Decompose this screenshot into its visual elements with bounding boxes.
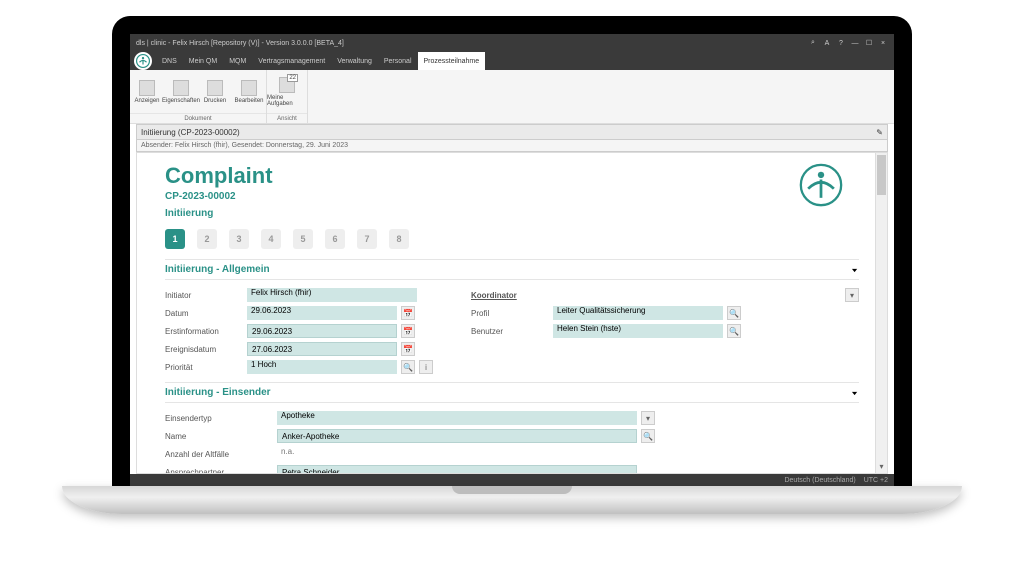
section-sender-header: Initiierung - Einsender ▼ (165, 382, 859, 403)
name-label: Name (165, 432, 273, 441)
ribbon-btn-drucken[interactable]: Drucken (198, 70, 232, 113)
benutzer-value: Helen Stein (hste) (553, 324, 723, 338)
typ-label: Einsendertyp (165, 414, 273, 423)
ereignis-input[interactable] (247, 342, 397, 356)
menu-tab-vertragsmanagement[interactable]: Vertragsmanagement (252, 52, 331, 70)
language-indicator[interactable]: Deutsch (Deutschland) (784, 477, 855, 484)
erstinfo-input[interactable] (247, 324, 397, 338)
laptop-base (62, 486, 962, 514)
statusbar: Deutsch (Deutschland) UTC +2 (130, 474, 894, 486)
anzahl-label: Anzahl der Altfälle (165, 450, 273, 459)
wizard-steps: 12345678 (165, 229, 859, 249)
initiator-value: Felix Hirsch (fhir) (247, 288, 417, 302)
wizard-step-3[interactable]: 3 (229, 229, 249, 249)
lookup-icon[interactable]: 🔍 (641, 429, 655, 443)
laptop-frame: dls | clinic - Felix Hirsch [Repository … (0, 0, 1024, 573)
wizard-step-4[interactable]: 4 (261, 229, 281, 249)
ribbon-group-caption: Dokument (130, 113, 266, 123)
lookup-icon[interactable]: 🔍 (727, 306, 741, 320)
initiator-label: Initiator (165, 291, 243, 300)
search-icon[interactable]: ⌕ (808, 38, 818, 48)
maximize-button[interactable]: ☐ (864, 38, 874, 48)
benutzer-label: Benutzer (471, 327, 549, 336)
section-general-header: Initiierung - Allgemein ▼ (165, 259, 859, 280)
calendar-icon[interactable]: 📅 (401, 306, 415, 320)
minimize-button[interactable]: — (850, 38, 860, 48)
complaint-id: CP-2023-00002 (165, 191, 859, 202)
info-icon[interactable]: i (419, 360, 433, 374)
ribbon-group-document: AnzeigenEigenschaftenDruckenBearbeiten D… (130, 70, 267, 123)
section-general-body: Initiator Felix Hirsch (fhir) Datum 29.06.… (165, 286, 859, 376)
ansprech-label: Ansprechpartner (165, 468, 273, 474)
section-sender-body: Einsendertyp Apotheke ▾ Name 🔍 Anzahl der A… (165, 409, 859, 473)
section-title: Initiierung - Einsender (165, 387, 271, 398)
document-sender-line: Absender: Felix Hirsch (fhir), Gesendet:… (136, 140, 888, 152)
ribbon: AnzeigenEigenschaftenDruckenBearbeiten D… (130, 70, 894, 124)
ansprech-input[interactable] (277, 465, 637, 473)
document-title: Initiierung (CP-2023-00002) (141, 128, 240, 137)
koordinator-heading: Koordinator (471, 291, 549, 300)
brand-logo-icon (799, 163, 843, 207)
page-heading: Complaint (165, 163, 859, 189)
wizard-step-2[interactable]: 2 (197, 229, 217, 249)
titlebar: dls | clinic - Felix Hirsch [Repository … (130, 34, 894, 52)
ribbon-group-view: 22Meine Aufgaben Ansicht (267, 70, 308, 123)
screen-bezel: dls | clinic - Felix Hirsch [Repository … (112, 16, 912, 486)
prio-value: 1 Hoch (247, 360, 397, 374)
datum-value: 29.06.2023 (247, 306, 397, 320)
close-button[interactable]: × (878, 38, 888, 48)
menu-tab-mqm[interactable]: MQM (223, 52, 252, 70)
calendar-icon[interactable]: 📅 (401, 342, 415, 356)
erstinfo-label: Erstinformation (165, 327, 243, 336)
ribbon-btn-meine-aufgaben[interactable]: 22Meine Aufgaben (267, 70, 307, 113)
wizard-step-1[interactable]: 1 (165, 229, 185, 249)
laptop-notch (452, 486, 572, 494)
menu-tab-personal[interactable]: Personal (378, 52, 418, 70)
wizard-step-8[interactable]: 8 (389, 229, 409, 249)
ribbon-btn-bearbeiten[interactable]: Bearbeiten (232, 70, 266, 113)
help-icon[interactable]: ? (836, 38, 846, 48)
menu-tab-verwaltung[interactable]: Verwaltung (331, 52, 378, 70)
menu-tab-prozessteilnahme[interactable]: Prozessteilnahme (418, 52, 486, 70)
wizard-step-7[interactable]: 7 (357, 229, 377, 249)
lookup-icon[interactable]: 🔍 (401, 360, 415, 374)
lookup-icon[interactable]: 🔍 (727, 324, 741, 338)
collapse-icon[interactable]: ▼ (850, 267, 859, 273)
app-title: dls | clinic - Felix Hirsch [Repository … (136, 40, 344, 47)
typ-value: Apotheke (277, 411, 637, 425)
calendar-icon[interactable]: 📅 (401, 324, 415, 338)
collapse-icon[interactable]: ▼ (850, 390, 859, 396)
menu-tab-dns[interactable]: DNS (156, 52, 183, 70)
wizard-step-5[interactable]: 5 (293, 229, 313, 249)
dropdown-icon[interactable]: ▾ (641, 411, 655, 425)
menu-tab-mein-qm[interactable]: Mein QM (183, 52, 223, 70)
profil-label: Profil (471, 309, 549, 318)
section-title: Initiierung - Allgemein (165, 264, 270, 275)
app-window: dls | clinic - Felix Hirsch [Repository … (130, 34, 894, 486)
ribbon-btn-anzeigen[interactable]: Anzeigen (130, 70, 164, 113)
menubar: DNSMein QMMQMVertragsmanagementVerwaltun… (130, 52, 894, 70)
ribbon-btn-eigenschaften[interactable]: Eigenschaften (164, 70, 198, 113)
expand-icon[interactable]: ▾ (845, 288, 859, 302)
main-panel: ▴ ▾ Complaint CP-2023-00002 Initiierung … (136, 152, 888, 474)
profil-value: Leiter Qualitätssicherung (553, 306, 723, 320)
timezone-indicator: UTC +2 (864, 477, 888, 484)
ribbon-group-caption: Ansicht (267, 113, 307, 123)
stage-label: Initiierung (165, 208, 859, 219)
app-logo-icon (134, 52, 152, 70)
anzahl-value: n.a. (277, 447, 337, 461)
document-header: Initiierung (CP-2023-00002) ✎ Absender: … (130, 124, 894, 152)
font-size-icon[interactable]: A (822, 38, 832, 48)
edit-icon[interactable]: ✎ (876, 128, 883, 137)
prio-label: Priorität (165, 363, 243, 372)
wizard-step-6[interactable]: 6 (325, 229, 345, 249)
datum-label: Datum (165, 309, 243, 318)
ereignis-label: Ereignisdatum (165, 345, 243, 354)
name-input[interactable] (277, 429, 637, 443)
